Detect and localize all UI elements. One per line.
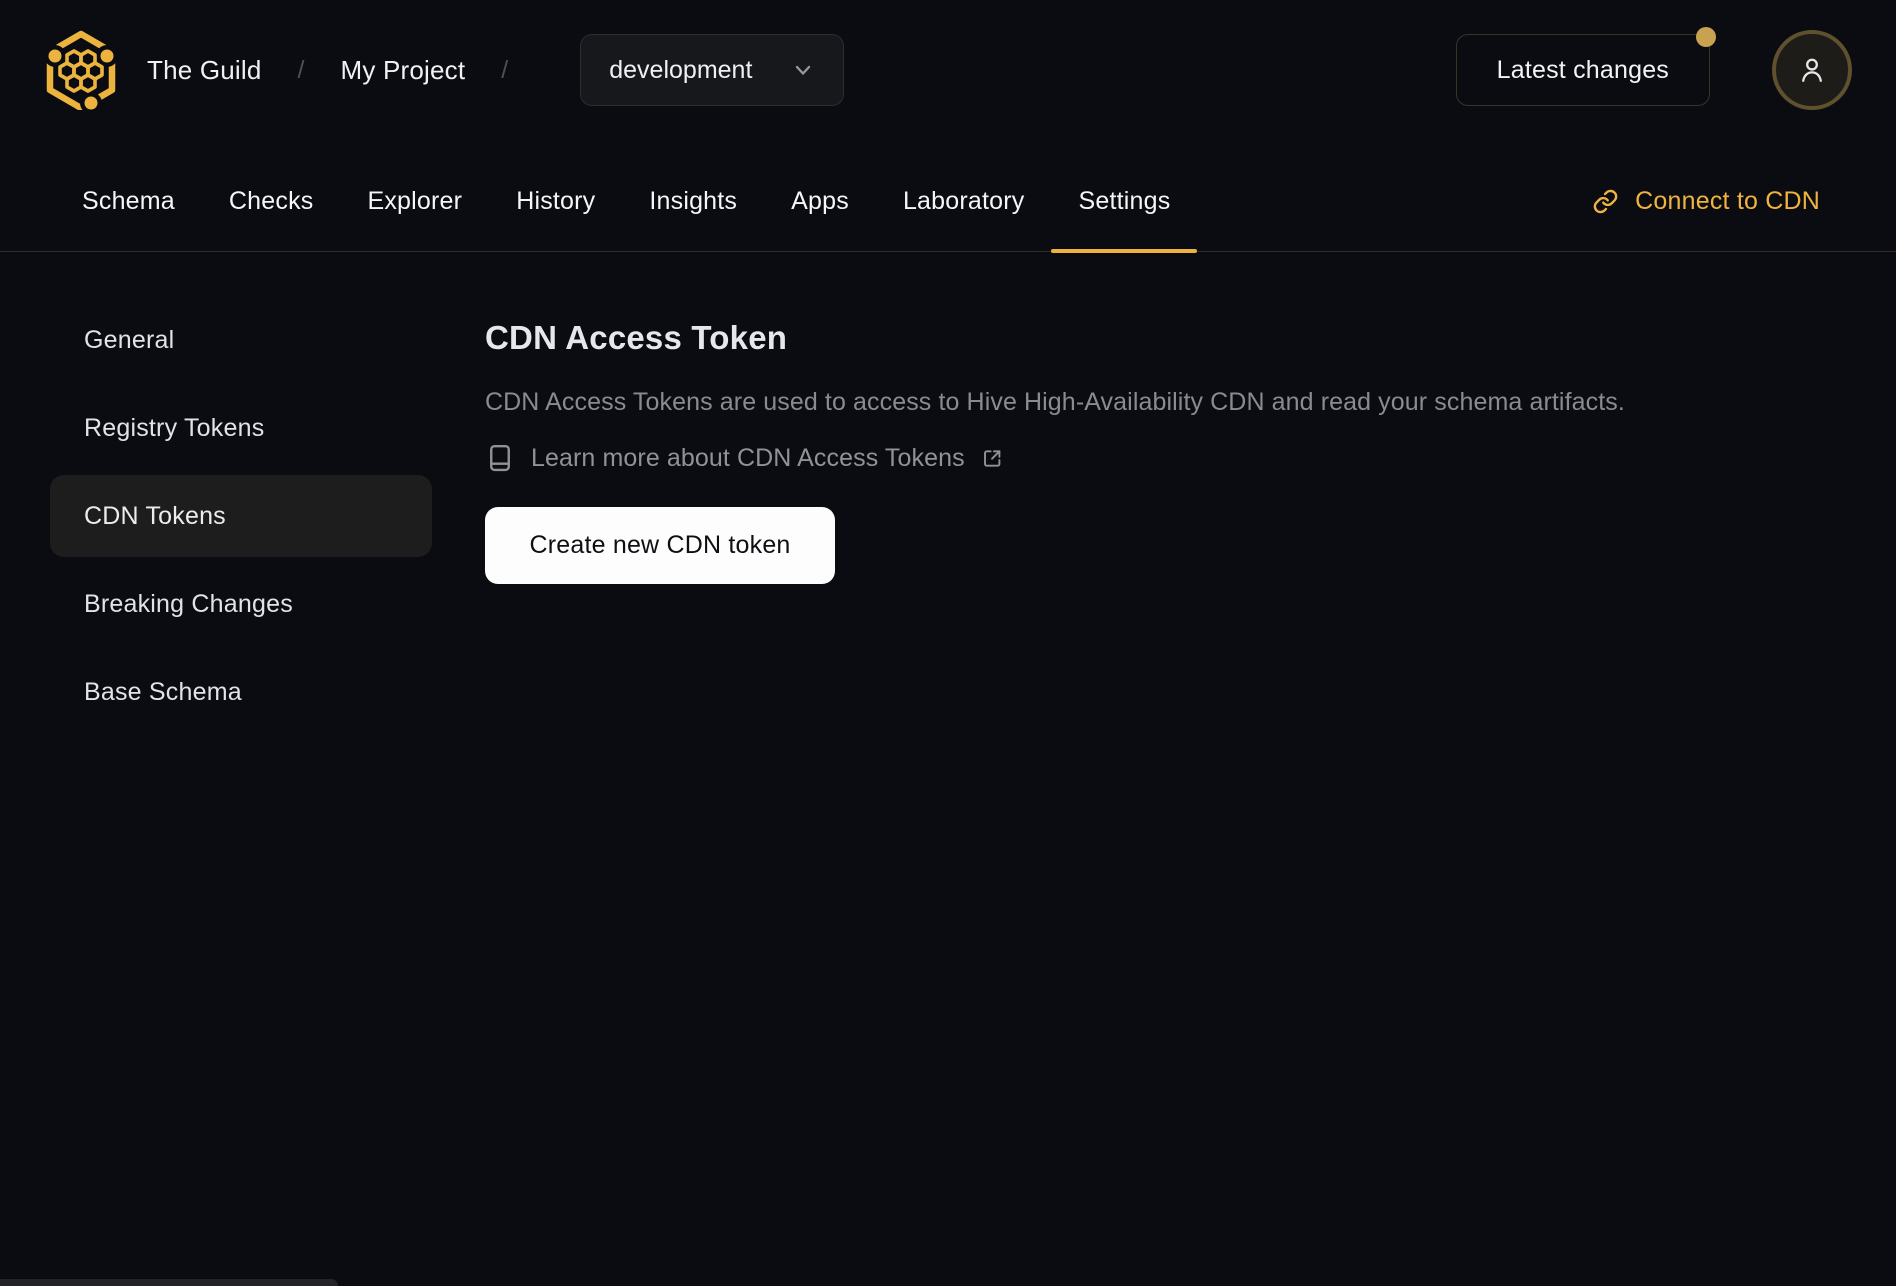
chevron-down-icon <box>767 58 815 82</box>
user-avatar-button[interactable] <box>1772 30 1852 110</box>
sidebar-item-general[interactable]: General <box>50 299 432 381</box>
sidebar-item-registry-tokens[interactable]: Registry Tokens <box>50 387 432 469</box>
latest-changes-label: Latest changes <box>1496 55 1669 84</box>
sidebar-item-cdn-tokens[interactable]: CDN Tokens <box>50 475 432 557</box>
tab-laboratory[interactable]: Laboratory <box>876 152 1052 252</box>
sidebar-item-base-schema[interactable]: Base Schema <box>50 651 432 733</box>
create-cdn-token-button[interactable]: Create new CDN token <box>485 507 835 584</box>
book-icon <box>485 442 515 474</box>
target-selector[interactable]: development <box>580 34 845 106</box>
app-root: The Guild / My Project / development Lat… <box>0 0 1896 1286</box>
breadcrumb-separator: / <box>297 55 305 84</box>
tab-settings[interactable]: Settings <box>1051 152 1198 253</box>
page-title: CDN Access Token <box>485 319 788 356</box>
tab-bar: Schema Checks Explorer History Insights … <box>0 140 1896 253</box>
tab-checks[interactable]: Checks <box>202 152 341 252</box>
breadcrumb-org[interactable]: The Guild <box>147 55 262 86</box>
content: General Registry Tokens CDN Tokens Break… <box>0 252 1896 1286</box>
link-icon <box>1592 188 1619 215</box>
tab-schema[interactable]: Schema <box>55 152 202 252</box>
learn-more-link[interactable]: Learn more about CDN Access Tokens <box>485 442 1004 474</box>
breadcrumb: The Guild / My Project / development <box>147 34 845 106</box>
notification-dot <box>1696 27 1716 47</box>
connect-to-cdn-label: Connect to CDN <box>1635 187 1820 215</box>
sidebar-item-breaking-changes[interactable]: Breaking Changes <box>50 563 432 645</box>
external-link-icon <box>981 447 1004 470</box>
user-icon <box>1795 53 1829 87</box>
page-description: CDN Access Tokens are used to access to … <box>485 388 1625 416</box>
hive-logo-icon[interactable] <box>46 30 116 110</box>
tab-explorer[interactable]: Explorer <box>340 152 489 252</box>
header: The Guild / My Project / development Lat… <box>0 0 1896 140</box>
learn-more-label: Learn more about CDN Access Tokens <box>531 443 965 472</box>
settings-sidebar: General Registry Tokens CDN Tokens Break… <box>50 252 432 739</box>
connect-to-cdn-link[interactable]: Connect to CDN <box>1592 187 1820 216</box>
main-panel: CDN Access Token CDN Access Tokens are u… <box>485 252 1625 584</box>
breadcrumb-separator: / <box>501 55 509 84</box>
breadcrumb-project[interactable]: My Project <box>340 55 465 86</box>
latest-changes-button[interactable]: Latest changes <box>1455 27 1716 106</box>
link-preview-bar <box>0 1279 338 1286</box>
header-actions: Latest changes <box>1455 27 1852 110</box>
target-selector-value: development <box>609 55 753 84</box>
tab-insights[interactable]: Insights <box>622 152 764 252</box>
tab-apps[interactable]: Apps <box>764 152 876 252</box>
tab-history[interactable]: History <box>489 152 622 252</box>
